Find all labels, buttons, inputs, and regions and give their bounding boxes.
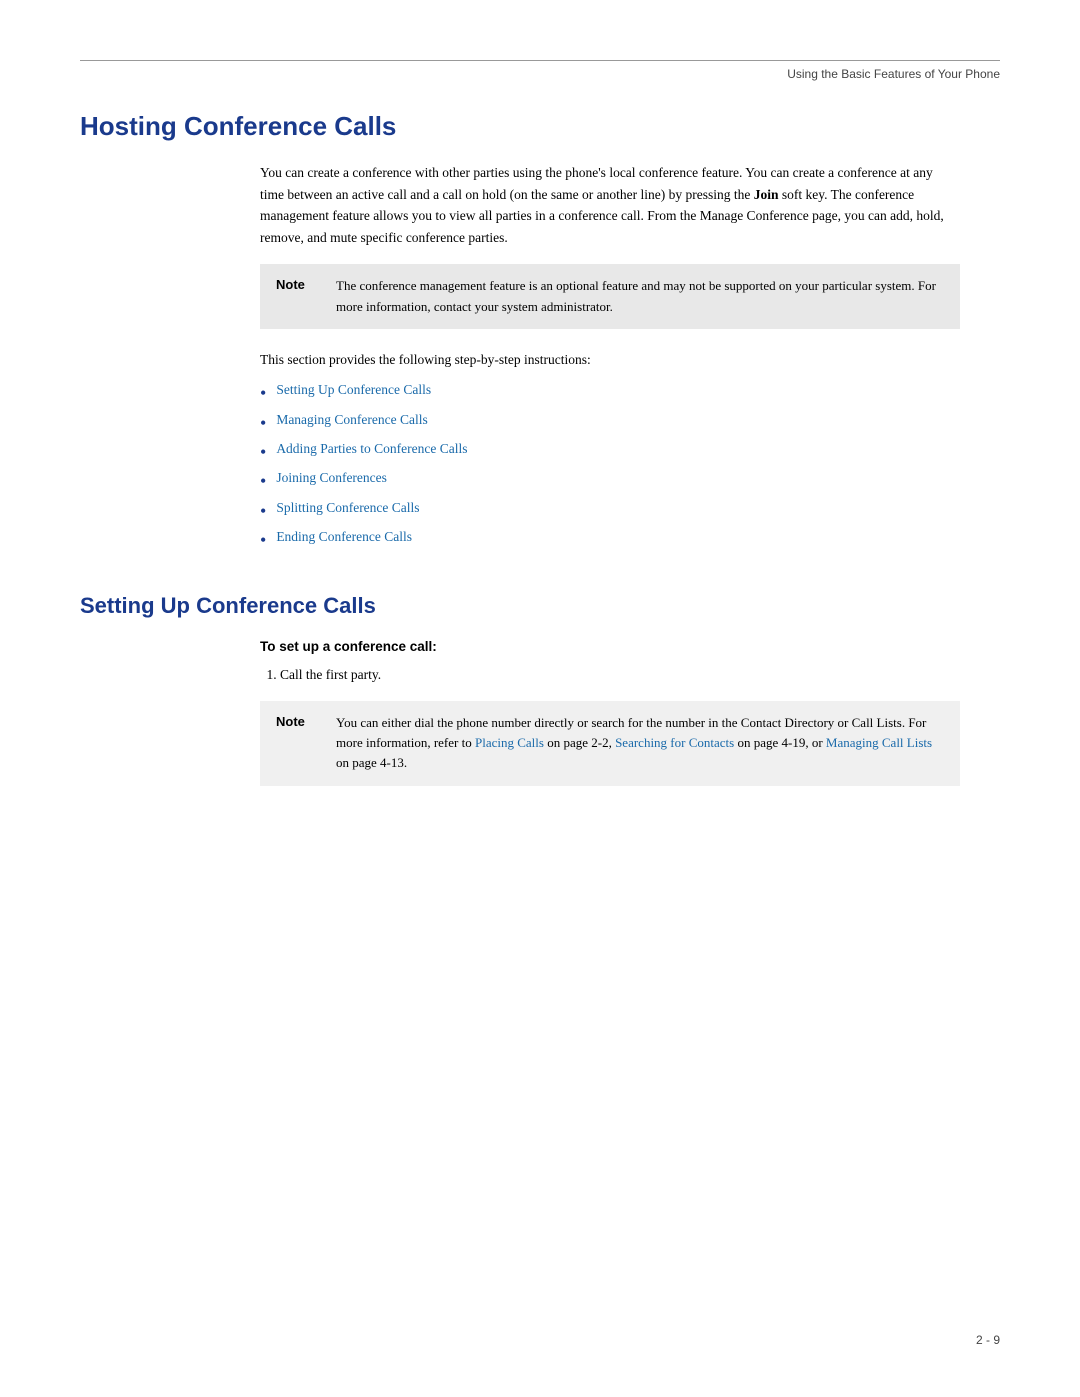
list-item: • Joining Conferences (260, 470, 960, 493)
list-item: • Splitting Conference Calls (260, 500, 960, 523)
note-2: Note You can either dial the phone numbe… (260, 701, 960, 785)
note-1-text: The conference management feature is an … (336, 276, 944, 316)
section-2-content: To set up a conference call: Call the fi… (260, 639, 960, 786)
subsection-label: To set up a conference call: (260, 639, 960, 654)
page-header: Using the Basic Features of Your Phone (80, 67, 1000, 81)
link-managing-call-lists[interactable]: Managing Call Lists (826, 735, 932, 750)
header-text: Using the Basic Features of Your Phone (787, 67, 1000, 81)
link-setting-up[interactable]: Setting Up Conference Calls (276, 382, 431, 398)
note-1: Note The conference management feature i… (260, 264, 960, 328)
link-placing-calls[interactable]: Placing Calls (475, 735, 544, 750)
note-1-label: Note (276, 276, 326, 292)
note-2-mid2: on page 4-19, or (734, 735, 826, 750)
step-1-text: Call the first party. (280, 667, 381, 682)
section-2-title: Setting Up Conference Calls (80, 593, 1000, 619)
bullet-dot: • (260, 529, 266, 552)
main-content: You can create a conference with other p… (260, 162, 960, 553)
note-2-label: Note (276, 713, 326, 729)
bullet-list: • Setting Up Conference Calls • Managing… (260, 382, 960, 552)
steps-list: Call the first party. (260, 664, 960, 686)
link-searching-contacts[interactable]: Searching for Contacts (615, 735, 734, 750)
bullet-dot: • (260, 412, 266, 435)
list-item: • Setting Up Conference Calls (260, 382, 960, 405)
list-item: • Adding Parties to Conference Calls (260, 441, 960, 464)
note-2-suffix: on page 4-13. (336, 755, 407, 770)
link-managing[interactable]: Managing Conference Calls (276, 412, 427, 428)
link-splitting[interactable]: Splitting Conference Calls (276, 500, 419, 516)
intro-paragraph: You can create a conference with other p… (260, 162, 960, 248)
bullet-dot: • (260, 470, 266, 493)
bullet-dot: • (260, 382, 266, 405)
join-keyword: Join (754, 187, 779, 202)
page-footer: 2 - 9 (976, 1333, 1000, 1347)
list-item: • Managing Conference Calls (260, 412, 960, 435)
note-2-mid1: on page 2-2, (544, 735, 615, 750)
bullet-dot: • (260, 500, 266, 523)
main-title: Hosting Conference Calls (80, 111, 1000, 142)
list-item: • Ending Conference Calls (260, 529, 960, 552)
page-number: 2 - 9 (976, 1333, 1000, 1347)
step-1: Call the first party. (280, 664, 960, 686)
header-rule (80, 60, 1000, 61)
bullet-dot: • (260, 441, 266, 464)
note-2-text: You can either dial the phone number dir… (336, 713, 944, 773)
link-joining[interactable]: Joining Conferences (276, 470, 387, 486)
page-container: Using the Basic Features of Your Phone H… (0, 0, 1080, 886)
link-adding-parties[interactable]: Adding Parties to Conference Calls (276, 441, 467, 457)
section-intro-text: This section provides the following step… (260, 349, 960, 371)
link-ending[interactable]: Ending Conference Calls (276, 529, 412, 545)
